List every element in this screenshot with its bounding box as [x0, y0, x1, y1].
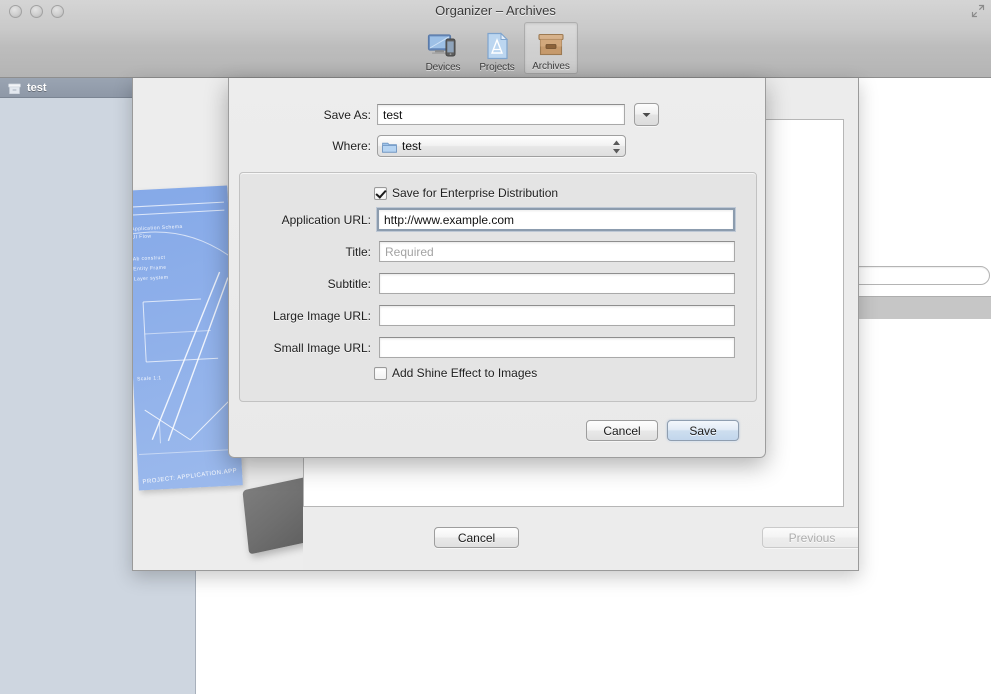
devices-icon: [427, 31, 459, 61]
large-image-url-input[interactable]: [379, 305, 735, 326]
enterprise-distribution-group: Save for Enterprise Distribution Applica…: [239, 172, 757, 402]
sheet-save-button[interactable]: Save: [667, 420, 739, 441]
stepper-icon[interactable]: [612, 139, 621, 155]
subtitle-input[interactable]: [379, 273, 735, 294]
title-row: Title:: [240, 241, 758, 262]
sheet-buttons: Cancel Save: [586, 420, 739, 441]
device-illustration: [242, 476, 303, 555]
toolbar-item-label: Archives: [532, 61, 570, 72]
shine-effect-checkbox[interactable]: [374, 367, 387, 380]
screen: Organizer – Archives: [0, 0, 991, 694]
window-titlebar: Organizer – Archives: [0, 0, 991, 78]
blueprint-drawing: [133, 185, 243, 490]
wizard-cancel-button[interactable]: Cancel: [434, 527, 519, 548]
small-image-url-input[interactable]: [379, 337, 735, 358]
wizard-previous-button[interactable]: Previous: [762, 527, 859, 548]
sheet-cancel-button[interactable]: Cancel: [586, 420, 658, 441]
enterprise-checkbox-row[interactable]: Save for Enterprise Distribution: [374, 186, 558, 200]
enterprise-checkbox[interactable]: [374, 187, 387, 200]
large-image-url-row: Large Image URL:: [240, 305, 758, 326]
application-url-row: Application URL:: [240, 208, 758, 231]
save-as-label: Save As:: [229, 108, 371, 122]
resize-icon[interactable]: [971, 4, 985, 18]
subtitle-row: Subtitle:: [240, 273, 758, 294]
where-label: Where:: [229, 139, 371, 153]
archive-icon: [8, 82, 21, 94]
save-sheet: Save As: Where: test: [228, 78, 766, 458]
title-label: Title:: [240, 245, 371, 259]
chevron-down-icon[interactable]: [634, 103, 659, 126]
large-image-url-label: Large Image URL:: [240, 309, 371, 323]
shine-effect-label: Add Shine Effect to Images: [392, 366, 537, 380]
toolbar-item-label: Devices: [426, 62, 461, 73]
window-title: Organizer – Archives: [0, 3, 991, 18]
projects-icon: [481, 31, 513, 61]
subtitle-label: Subtitle:: [240, 277, 371, 291]
application-url-label: Application URL:: [240, 213, 371, 227]
where-popup-button[interactable]: test: [377, 135, 626, 157]
toolbar: Devices Projects: [416, 22, 578, 74]
toolbar-item-projects[interactable]: Projects: [470, 22, 524, 74]
folder-icon: [382, 140, 397, 152]
blueprint-illustration: Application Schema UI Flow Ab construct …: [133, 185, 243, 490]
where-row: Where: test: [229, 135, 767, 157]
enterprise-checkbox-label: Save for Enterprise Distribution: [392, 186, 558, 200]
application-url-input[interactable]: [377, 208, 735, 231]
archives-icon: [535, 30, 567, 60]
wizard-footer: Cancel Previous Finish: [303, 518, 859, 571]
title-input[interactable]: [379, 241, 735, 262]
small-image-url-row: Small Image URL:: [240, 337, 758, 358]
sidebar-item-label: test: [27, 82, 47, 94]
where-value: test: [402, 139, 421, 153]
shine-effect-row[interactable]: Add Shine Effect to Images: [374, 366, 537, 380]
toolbar-item-label: Projects: [479, 62, 514, 73]
small-image-url-label: Small Image URL:: [240, 341, 371, 355]
save-as-row: Save As:: [229, 103, 767, 126]
toolbar-item-devices[interactable]: Devices: [416, 22, 470, 74]
toolbar-item-archives[interactable]: Archives: [524, 22, 578, 74]
save-as-input[interactable]: [377, 104, 625, 125]
